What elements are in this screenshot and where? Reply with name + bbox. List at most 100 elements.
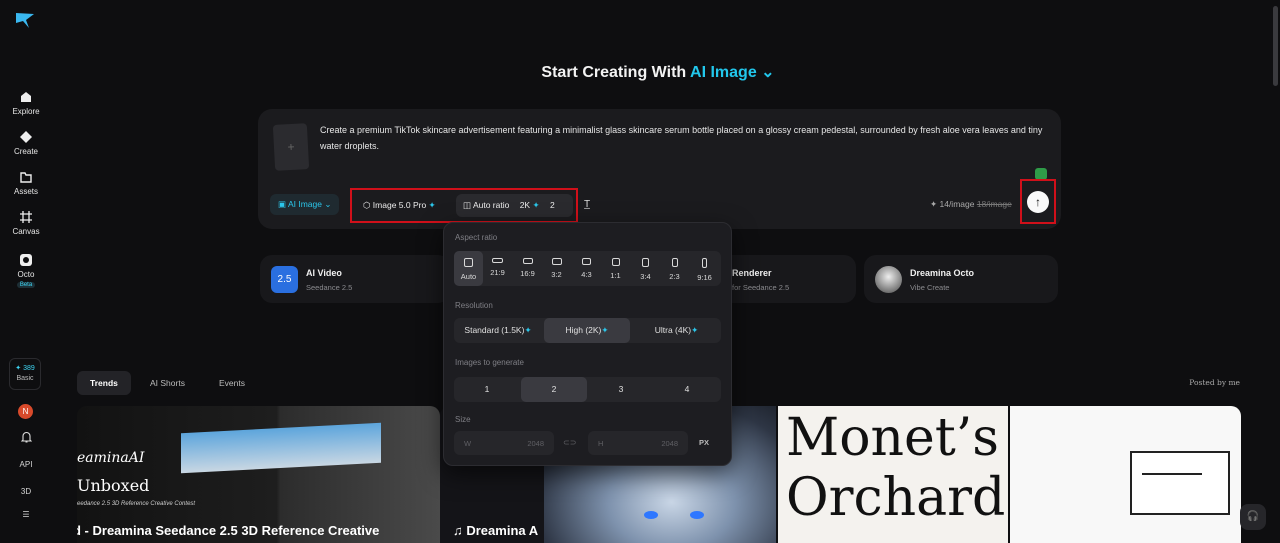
ratio-option-3-4[interactable]: 3:4 (631, 251, 660, 286)
gallery-card-monets-orchard[interactable]: Monet’s Orchard (778, 406, 1008, 543)
images-to-generate-label: Images to generate (455, 358, 524, 367)
credits-badge[interactable]: ✦ 389 Basic (9, 358, 41, 390)
tool-name: Dreamina Octo (910, 268, 975, 278)
text-style-icon[interactable]: T̲ (584, 199, 590, 210)
arrow-up-icon: ↑ (1035, 195, 1041, 209)
title-prefix: Start Creating With (541, 64, 687, 81)
avatar[interactable]: N (18, 404, 33, 419)
width-input[interactable]: W 2048 (454, 431, 554, 455)
card-image-detail (644, 511, 658, 519)
sidebar-item-canvas[interactable]: Canvas (0, 210, 52, 236)
credits-amount: 389 (23, 365, 35, 372)
ratio-option-16-9[interactable]: 16:9 (513, 251, 542, 286)
prompt-input[interactable]: Create a premium TikTok skincare adverti… (320, 122, 1050, 154)
tab-trends[interactable]: Trends (77, 371, 131, 395)
ratio-option-2-3[interactable]: 2:3 (660, 251, 689, 286)
sparkle-icon: ✦ (691, 325, 699, 335)
ratio-icon: ◫ (463, 200, 473, 210)
gallery-card-seedance-contest[interactable]: eaminaAI Unboxed eedance 2.5 3D Referenc… (77, 406, 440, 543)
ratio-settings-button[interactable]: ◫ Auto ratio 2K ✦ 2 (456, 194, 573, 217)
card-image (1130, 451, 1230, 515)
tool-name: AI Video (306, 268, 342, 278)
upload-reference-button[interactable]: + (272, 123, 310, 171)
aspect-ratio-label: Aspect ratio (455, 233, 498, 242)
model-select[interactable]: ⬡ Image 5.0 Pro ✦ (356, 194, 443, 217)
sparkle-icon: ✦ (524, 325, 532, 335)
plan-label: Basic (16, 375, 34, 382)
card-subtitle: eedance 2.5 3D Reference Creative Contes… (77, 501, 196, 507)
tool-name: Renderer (732, 268, 772, 278)
count-option-4[interactable]: 4 (654, 377, 720, 402)
model-settings-highlight: ⬡ Image 5.0 Pro ✦ ◫ Auto ratio 2K ✦ 2 (350, 188, 578, 223)
sidebar-item-label: Assets (13, 187, 38, 196)
sidebar-item-label: Explore (12, 107, 40, 116)
ratio-option-9-16[interactable]: 9:16 (690, 251, 719, 286)
sparkle-icon: ✦ (15, 365, 24, 372)
prompt-box: + Create a premium TikTok skincare adver… (258, 109, 1061, 229)
sparkle-icon: ✦ (530, 200, 540, 210)
card-caption: ♫ Dreamina A (453, 523, 539, 538)
folder-icon (20, 172, 32, 183)
sidebar-item-assets[interactable]: Assets (0, 170, 52, 196)
cube-icon: ⬡ (363, 200, 373, 210)
height-input[interactable]: H 2048 (588, 431, 688, 455)
api-link[interactable]: API (0, 460, 52, 469)
tab-ai-shorts[interactable]: AI Shorts (137, 371, 198, 395)
posted-by-me-toggle[interactable]: Posted by me (1189, 378, 1240, 387)
ratio-option-4-3[interactable]: 4:3 (572, 251, 601, 286)
chevron-down-icon: ⌄ (756, 64, 775, 81)
resolution-option-ultra[interactable]: Ultra (4K)✦ (632, 318, 721, 343)
ai-video-icon: 2.5 (271, 266, 298, 293)
sidebar-item-label: Create (13, 147, 38, 156)
count-option-2[interactable]: 2 (521, 377, 587, 402)
aspect-ratio-options: Auto 21:9 16:9 3:2 4:3 1:1 3:4 2:3 9:16 (454, 251, 721, 286)
tool-sub: for Seedance 2.5 (732, 283, 790, 292)
sidebar-item-octo[interactable]: Octo Beta (0, 253, 52, 288)
chevron-down-icon: ⌄ (321, 199, 332, 209)
ratio-option-1-1[interactable]: 1:1 (601, 251, 630, 286)
card-heading: Unboxed (77, 476, 150, 495)
send-highlight: ↑ (1020, 179, 1056, 224)
headset-support-icon[interactable]: 🎧 (1240, 504, 1266, 530)
octo-icon (20, 254, 32, 266)
diamond-icon (20, 131, 32, 143)
link-ratio-icon[interactable]: ⊂⊃ (563, 438, 576, 447)
tool-card-ai-video[interactable]: 2.5 AI Video Seedance 2.5 (260, 255, 450, 303)
count-option-3[interactable]: 3 (588, 377, 654, 402)
ratio-settings-panel: Aspect ratio Auto 21:9 16:9 3:2 4:3 1:1 … (443, 222, 732, 466)
resolution-option-standard[interactable]: Standard (1.5K)✦ (454, 318, 542, 343)
card-caption: d - Dreamina Seedance 2.5 3D Reference C… (77, 523, 380, 538)
beta-badge: Beta (16, 282, 36, 288)
ratio-option-auto[interactable]: Auto (454, 251, 483, 286)
ratio-option-21-9[interactable]: 21:9 (483, 251, 512, 286)
gallery-card-office-sketch[interactable] (1010, 406, 1241, 543)
mode-select[interactable]: ▣ AI Image ⌄ (270, 194, 340, 215)
octo-avatar-icon (875, 266, 902, 293)
tool-sub: Vibe Create (910, 283, 950, 292)
menu-icon[interactable]: ☰ (0, 510, 52, 519)
3d-link[interactable]: 3D (0, 487, 52, 496)
card-image (181, 422, 381, 474)
sidebar-item-create[interactable]: Create (0, 130, 52, 156)
resolution-option-high[interactable]: High (2K)✦ (544, 318, 630, 343)
sparkle-icon: ✦ (601, 325, 609, 335)
dreamina-logo[interactable] (15, 11, 35, 29)
ratio-option-3-2[interactable]: 3:2 (542, 251, 571, 286)
sparkle-icon: ✦ (426, 200, 436, 210)
sidebar-item-explore[interactable]: Explore (0, 90, 52, 116)
bell-icon[interactable] (0, 431, 52, 445)
title-accent-dropdown[interactable]: AI Image ⌄ (690, 64, 775, 81)
tab-events[interactable]: Events (206, 371, 258, 395)
tool-card-dreamina-octo[interactable]: Dreamina Octo Vibe Create (864, 255, 1058, 303)
count-option-1[interactable]: 1 (454, 377, 520, 402)
image-icon: ▣ (278, 199, 288, 209)
page-title: Start Creating With AI Image ⌄ (0, 62, 1280, 82)
unit-label: PX (699, 438, 710, 447)
sidebar-item-label: Canvas (12, 227, 40, 236)
size-label: Size (455, 415, 471, 424)
tool-sub: Seedance 2.5 (306, 283, 353, 292)
home-icon (21, 92, 31, 102)
generate-button[interactable]: ↑ (1027, 191, 1049, 213)
card-title-line: Monet’s (786, 408, 999, 468)
card-title-line: Orchard (786, 468, 1006, 528)
